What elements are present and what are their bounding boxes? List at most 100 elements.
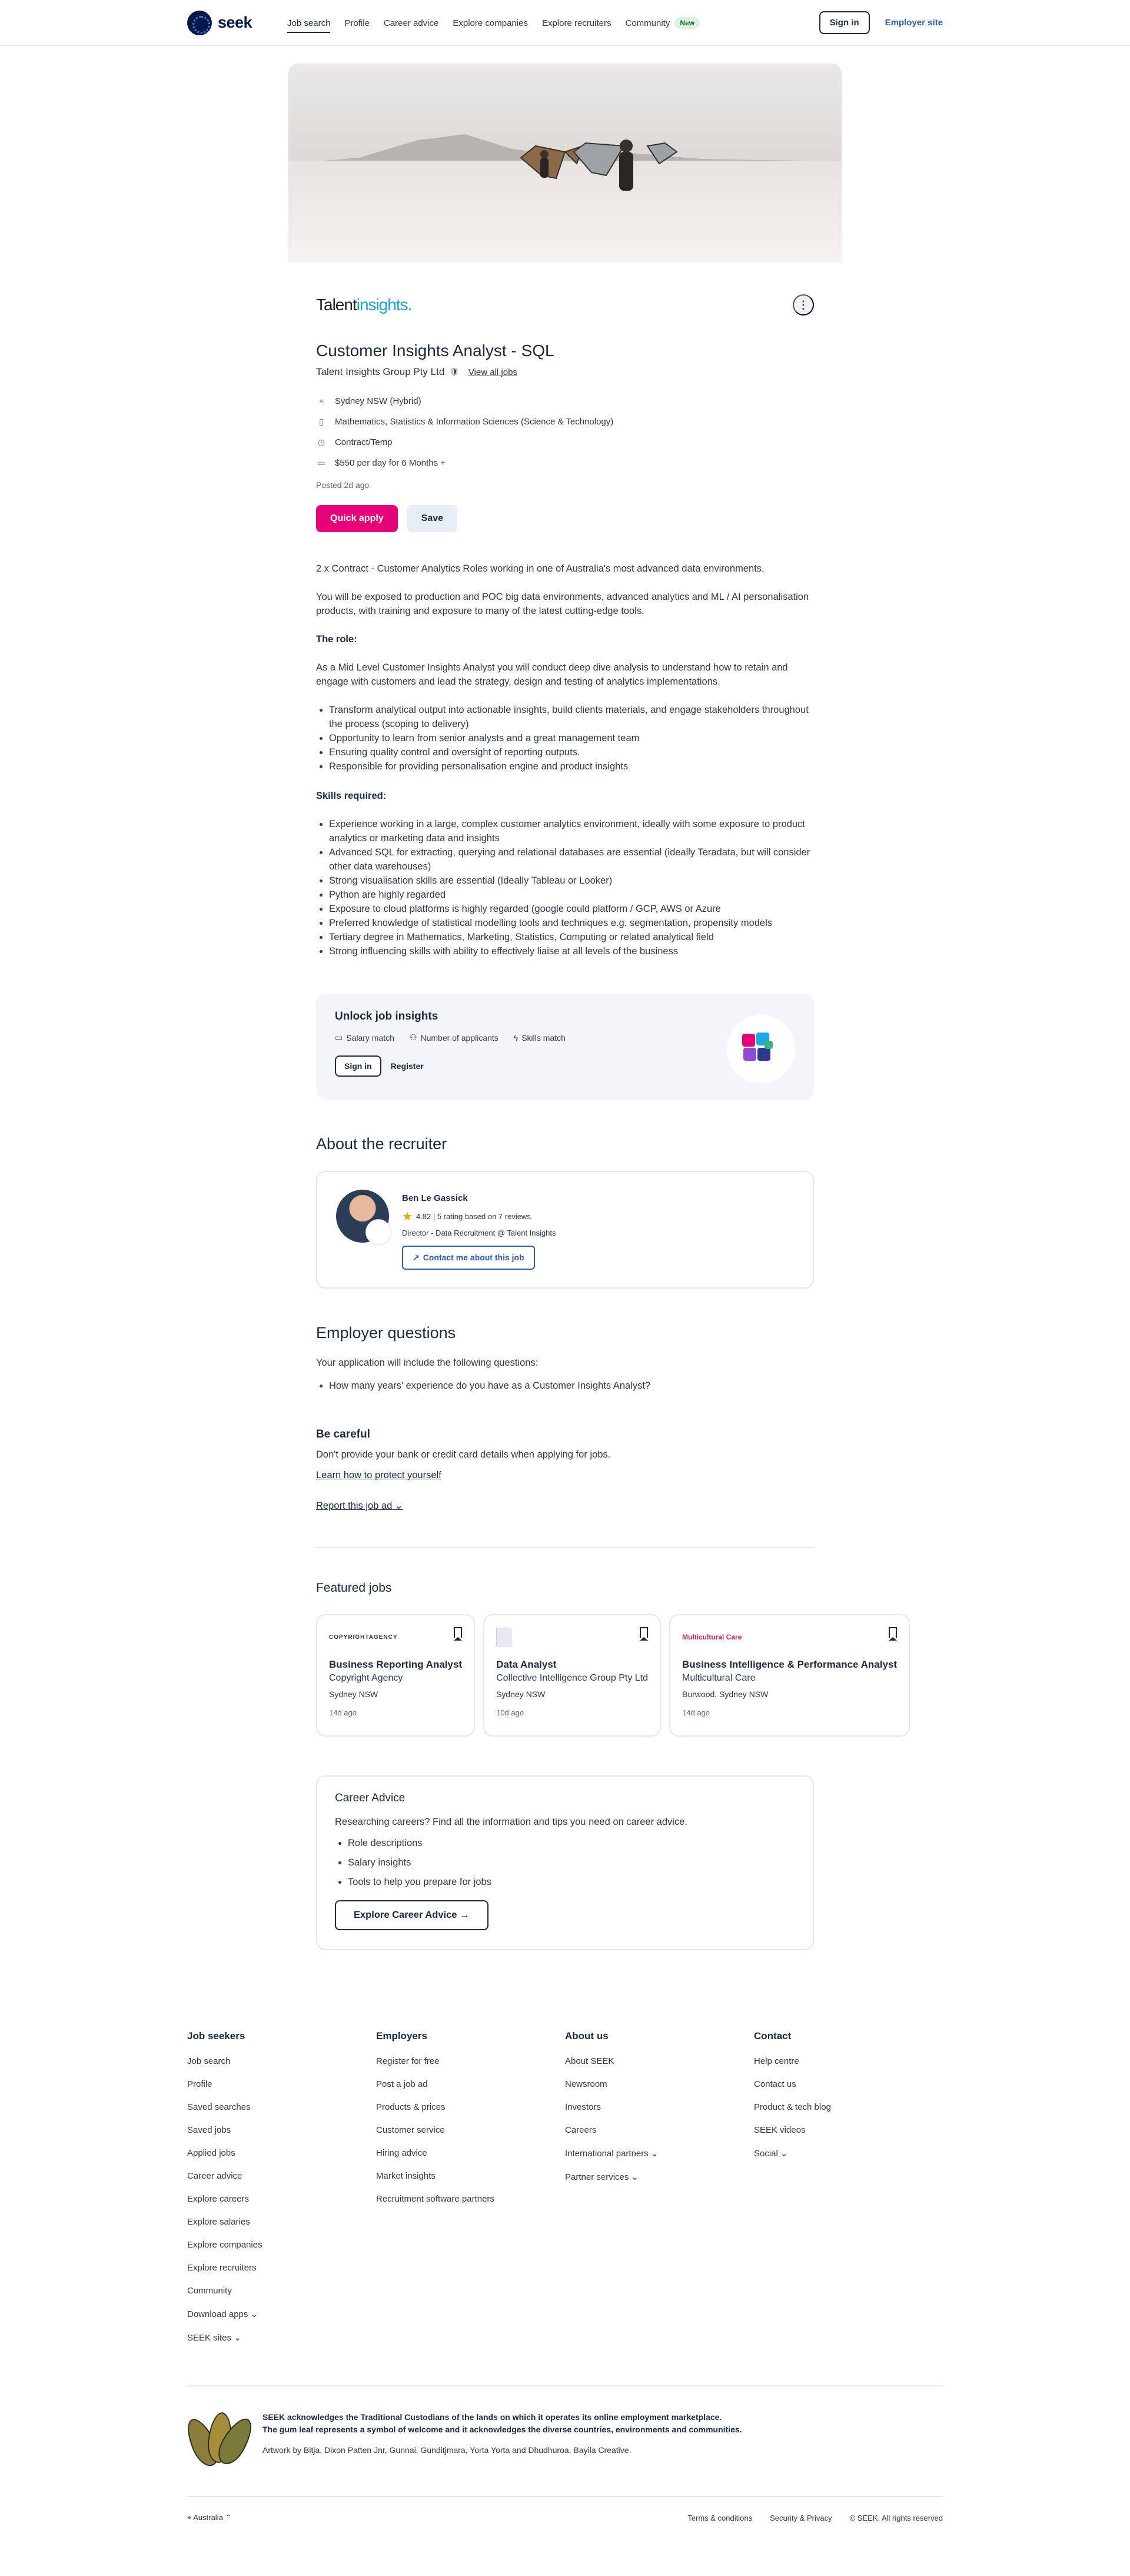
salary-match-item: ▭ Salary match — [335, 1033, 394, 1043]
logo-text: seek — [218, 14, 252, 31]
save-job-button[interactable]: Save — [407, 505, 458, 532]
footer-link[interactable]: Partner services ⌄ — [565, 2172, 754, 2182]
footer-link[interactable]: Explore careers — [187, 2194, 376, 2204]
footer-col-contact: Contact Help centre Contact us Product &… — [754, 2030, 943, 2356]
job-meta: ⌖ Sydney NSW (Hybrid) ▯ Mathematics, Stati… — [316, 391, 814, 473]
footer-link[interactable]: Applied jobs — [187, 2148, 376, 2158]
footer-link[interactable]: Community — [187, 2286, 376, 2296]
footer-link[interactable]: Job search — [187, 2056, 376, 2066]
footer-link[interactable]: Careers — [565, 2125, 754, 2135]
nav-explore-companies[interactable]: Explore companies — [446, 2, 535, 44]
footer-link[interactable]: Explore recruiters — [187, 2263, 376, 2273]
acknowledgement-line-1: SEEK acknowledges the Traditional Custod… — [262, 2412, 722, 2422]
footer-link[interactable]: Recruitment software partners — [376, 2194, 565, 2204]
featured-logo-text: COPYRIGHTAGENCY — [329, 1634, 398, 1641]
learn-protect-link[interactable]: Learn how to protect yourself — [316, 1470, 441, 1481]
report-job-ad-label: Report this job ad — [316, 1501, 393, 1511]
bookmark-icon[interactable] — [640, 1627, 649, 1641]
posted-date: Posted 2d ago — [316, 480, 370, 490]
featured-job-card[interactable]: Multicultural Care Business Intelligence… — [669, 1614, 910, 1737]
be-careful: Be careful Don't provide your bank or cr… — [316, 1428, 814, 1512]
country-selector[interactable]: ⌖ Australia ⌃ — [187, 2513, 231, 2522]
featured-job-card[interactable]: COPYRIGHTAGENCY Business Reporting Analy… — [316, 1614, 476, 1737]
footer-link[interactable]: Profile — [187, 2079, 376, 2089]
footer-link[interactable]: Contact us — [754, 2079, 943, 2089]
footer-link[interactable]: Explore companies — [187, 2240, 376, 2250]
footer-link[interactable]: Explore salaries — [187, 2217, 376, 2227]
advertiser: Talent Insights Group Pty Ltd 🛡 View all… — [316, 366, 814, 378]
footer-link[interactable]: About SEEK — [565, 2056, 754, 2066]
footer-link[interactable]: International partners ⌄ — [565, 2148, 754, 2159]
footer-link[interactable]: Product & tech blog — [754, 2102, 943, 2112]
description-paragraph: You will be exposed to production and PO… — [316, 592, 809, 616]
list-item: Python are highly regarded — [329, 888, 814, 902]
featured-job-age: 10d ago — [496, 1708, 524, 1717]
recruiter-name: Ben Le Gassick — [402, 1193, 468, 1203]
terms-link[interactable]: Terms & conditions — [687, 2514, 752, 2522]
nav-community[interactable]: Community — [619, 2, 677, 44]
unlock-insights-panel: Unlock job insights ▭ Salary match ⚇ Numbe… — [316, 994, 814, 1100]
skills-match-item: ϟ Skills match — [514, 1033, 566, 1043]
nav-career-advice[interactable]: Career advice — [377, 2, 446, 44]
more-options-button[interactable]: ⋮ — [793, 294, 814, 316]
footer-link[interactable]: Products & prices — [376, 2102, 565, 2112]
footer-link[interactable]: Post a job ad — [376, 2079, 565, 2089]
footer-link[interactable]: Investors — [565, 2102, 754, 2112]
featured-job-company: Multicultural Care — [682, 1673, 756, 1683]
featured-company-logo — [496, 1628, 648, 1646]
footer-link[interactable]: Newsroom — [565, 2079, 754, 2089]
location-pin-icon: ⌖ — [319, 396, 324, 406]
unlock-register-link[interactable]: Register — [391, 1061, 424, 1071]
recruiter-role: Director - Data Recruitment @ Talent Ins… — [402, 1229, 556, 1237]
unlock-sign-in-button[interactable]: Sign in — [335, 1055, 381, 1077]
job-location-text: Sydney NSW (Hybrid) — [335, 396, 421, 406]
legal-links: Terms & conditions Security & Privacy © … — [687, 2514, 943, 2522]
featured-job-location: Sydney NSW — [496, 1689, 546, 1699]
featured-job-card[interactable]: Data Analyst Collective Intelligence Gro… — [483, 1614, 662, 1737]
footer-link[interactable]: SEEK videos — [754, 2125, 943, 2135]
bookmark-icon[interactable] — [454, 1627, 463, 1641]
employer-site-link[interactable]: Employer site — [885, 18, 943, 28]
about-recruiter-heading: About the recruiter — [316, 1135, 447, 1153]
footer-link[interactable]: Saved searches — [187, 2102, 376, 2112]
footer-link[interactable]: SEEK sites ⌄ — [187, 2332, 376, 2343]
footer-link[interactable]: Help centre — [754, 2056, 943, 2066]
report-job-ad-link[interactable]: Report this job ad ⌄ — [316, 1500, 403, 1512]
quick-apply-button[interactable]: Quick apply — [316, 505, 398, 532]
featured-jobs: Featured jobs COPYRIGHTAGENCY Business R… — [316, 1581, 910, 1737]
acknowledgement: SEEK acknowledges the Traditional Custod… — [181, 2385, 943, 2471]
top-navigation: seek Job search Profile Career advice Ex… — [0, 0, 1130, 46]
footer-link[interactable]: Customer service — [376, 2125, 565, 2135]
footer-link[interactable]: Career advice — [187, 2171, 376, 2181]
seek-logo[interactable]: seek — [187, 10, 252, 35]
footer-col-about: About us About SEEK Newsroom Investors C… — [565, 2030, 754, 2356]
footer-link[interactable]: Download apps ⌄ — [187, 2309, 376, 2319]
job-work-type: ◷ Contract/Temp — [316, 432, 814, 453]
contact-recruiter-button[interactable]: ↗ Contact me about this job — [402, 1246, 535, 1270]
sign-in-button[interactable]: Sign in — [819, 11, 870, 34]
chevron-down-icon: ⌄ — [394, 1501, 403, 1511]
list-item: How many years' experience do you have a… — [329, 1380, 814, 1392]
footer-link[interactable]: Market insights — [376, 2171, 565, 2181]
footer-link[interactable]: Social ⌄ — [754, 2148, 943, 2159]
location-pin-icon: ⌖ — [187, 2513, 192, 2522]
bookmark-icon[interactable] — [889, 1627, 898, 1641]
employer-questions-heading: Employer questions — [316, 1324, 456, 1342]
nav-profile[interactable]: Profile — [337, 2, 377, 44]
unlock-items: ▭ Salary match ⚇ Number of applicants ϟ Ski… — [335, 1033, 566, 1043]
list-item: Responsible for providing personalisatio… — [329, 759, 814, 774]
featured-job-title: Business Reporting Analyst — [329, 1659, 463, 1670]
footer-link[interactable]: Register for free — [376, 2056, 565, 2066]
kids-with-wings-illustration — [520, 140, 678, 191]
footer-link[interactable]: Hiring advice — [376, 2148, 565, 2158]
employer-questions-list: How many years' experience do you have a… — [316, 1380, 814, 1392]
security-privacy-link[interactable]: Security & Privacy — [770, 2514, 832, 2522]
footer-link[interactable]: Saved jobs — [187, 2125, 376, 2135]
money-icon: ▭ — [317, 458, 325, 467]
footer-col-title: Job seekers — [187, 2030, 245, 2041]
explore-career-advice-button[interactable]: Explore Career Advice → — [335, 1900, 488, 1930]
nav-explore-recruiters[interactable]: Explore recruiters — [535, 2, 619, 44]
company-row: Talentinsights. ⋮ — [316, 293, 814, 317]
nav-job-search[interactable]: Job search — [280, 2, 337, 44]
view-all-jobs-link[interactable]: View all jobs — [468, 367, 517, 377]
